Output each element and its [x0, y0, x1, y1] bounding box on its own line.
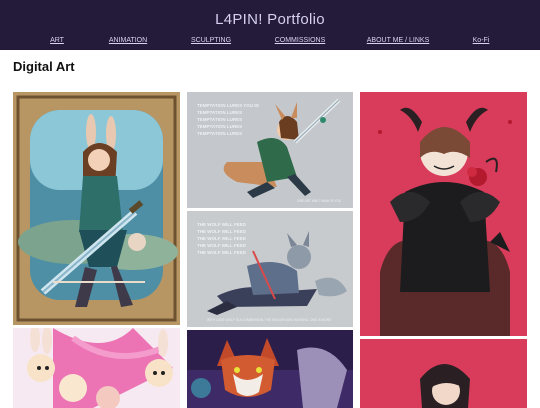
gallery-image-fox-character[interactable] [187, 330, 353, 408]
site-header: L4PIN! Portfolio ART ANIMATION SCULPTING… [0, 0, 540, 50]
tile-3-text-line-4: THE WOLF WILL FEED [197, 243, 247, 248]
nav-link-animation[interactable]: ANIMATION [109, 37, 147, 44]
tile-2-text-line-3: TEMPTATION LURES [197, 117, 242, 122]
tile-3-text-line-3: THE WOLF WILL FEED [197, 236, 247, 241]
tile-3-text-line-2: THE WOLF WILL FEED [197, 229, 247, 234]
gallery-image-red-portrait[interactable] [360, 339, 527, 408]
tile-3-text-line-1: THE WOLF WILL FEED [197, 222, 247, 227]
tile-2-text-line-5: TEMPTATION LURES [197, 131, 242, 136]
nav-link-art[interactable]: ART [50, 37, 64, 44]
tile-2-text-line-2: TEMPTATION LURES [197, 110, 242, 115]
main-nav: ART ANIMATION SCULPTING COMMISSIONS ABOU… [0, 37, 540, 49]
gallery-image-horned-demon[interactable] [360, 92, 527, 336]
section-title-digital-art: Digital Art [13, 59, 75, 74]
tile-2-text-line-4: TEMPTATION LURES [197, 124, 242, 129]
tile-3-text-line-5: THE WOLF WILL FEED [197, 250, 247, 255]
gallery-image-bunny-sword-card[interactable] [13, 92, 180, 325]
gallery-image-pink-bunnies[interactable] [13, 328, 180, 408]
nav-link-ko-fi[interactable]: Ko-Fi [473, 37, 490, 44]
gallery-image-temptation-warrior[interactable]: TEMPTATION LURES YOU IN TEMPTATION LURES… [187, 92, 353, 208]
nav-link-about-me-links[interactable]: ABOUT ME / LINKS [367, 37, 430, 44]
nav-link-commissions[interactable]: COMMISSIONS [275, 37, 326, 44]
tile-2-text-line-1: TEMPTATION LURES YOU IN [197, 103, 259, 108]
tile-2-caption: ONE ART WIN THANK IS YOU [297, 199, 342, 203]
nav-link-sculpting[interactable]: SCULPTING [191, 37, 231, 44]
gallery-image-wolf-warrior[interactable]: THE WOLF WILL FEED THE WOLF WILL FEED TH… [187, 211, 353, 327]
site-title[interactable]: L4PIN! Portfolio [0, 11, 540, 28]
tile-3-caption: WITH LONE WOLF IS A COMMISSION. THE WOLV… [207, 318, 331, 322]
